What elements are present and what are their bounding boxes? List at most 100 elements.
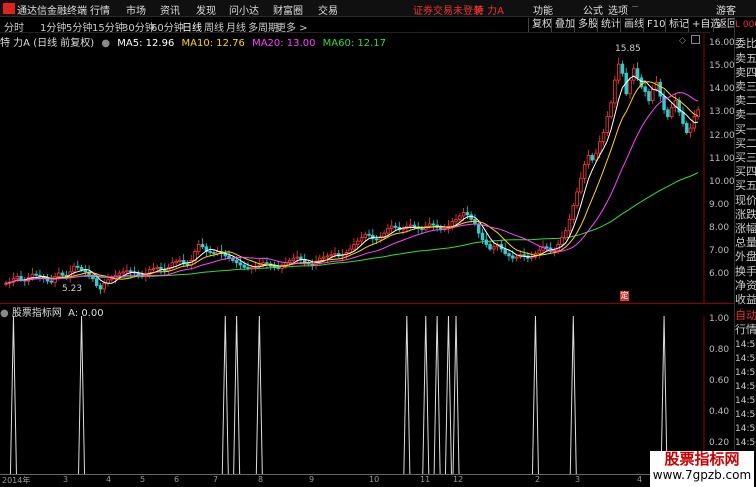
- candle-body: [465, 212, 470, 216]
- y-tick-sub: 0.20: [709, 438, 730, 448]
- ma10-line: [5, 81, 699, 284]
- candle-body: [128, 270, 133, 273]
- minimize-icon[interactable]: ─: [632, 2, 638, 13]
- menu-news[interactable]: 资讯: [160, 2, 180, 17]
- period-daily[interactable]: 日线: [182, 19, 202, 34]
- tick-time: 14:50: [735, 368, 756, 378]
- x-tick: 2: [535, 475, 541, 484]
- period-15min[interactable]: 15分钟: [92, 19, 125, 34]
- candle-body: [669, 107, 674, 118]
- login-warning[interactable]: 证券交易未登录: [413, 2, 483, 17]
- y-tick: 12.00: [709, 131, 735, 141]
- menu-discover[interactable]: 发现: [196, 2, 216, 17]
- candle-body: [329, 254, 333, 257]
- indicator-chart[interactable]: [0, 316, 706, 474]
- panel-row: 外盘: [735, 250, 756, 263]
- watermark: 股票指标网 www.7gpzb.com: [650, 451, 754, 487]
- candle-body: [174, 261, 178, 264]
- tick-time: 14:50: [735, 354, 756, 364]
- panel-row: 买四: [735, 165, 756, 178]
- high-label: 15.85: [615, 44, 641, 54]
- menu-quotes[interactable]: 行情: [90, 2, 110, 17]
- guest-label[interactable]: 游客: [716, 2, 736, 17]
- period-monthly[interactable]: 月线: [226, 19, 246, 34]
- candle-body: [567, 218, 572, 232]
- lock-icon: 定: [620, 291, 629, 301]
- candle-body: [34, 273, 38, 276]
- menu-formula[interactable]: 公式: [583, 2, 603, 17]
- candle-body: [620, 63, 625, 74]
- candle-body: [363, 233, 367, 239]
- menu-market[interactable]: 市场: [126, 2, 146, 17]
- candle-body: [560, 237, 564, 245]
- candle-body: [250, 266, 254, 269]
- kline-chart[interactable]: [0, 33, 706, 303]
- menu-wealth[interactable]: 财富圈: [273, 2, 303, 17]
- x-tick: 5: [140, 475, 146, 484]
- candle-body: [590, 155, 594, 161]
- panel-auto[interactable]: 自动: [735, 309, 756, 323]
- period-intraday[interactable]: 分时: [4, 19, 24, 34]
- menu-options[interactable]: 选项: [608, 2, 628, 17]
- candle-body: [529, 256, 534, 259]
- x-tick: 7: [213, 475, 219, 484]
- panel-tab[interactable]: L 000: [735, 18, 756, 32]
- candle-body: [265, 262, 269, 265]
- candle-body: [458, 215, 462, 220]
- x-tick: 12: [453, 475, 464, 484]
- candle-body: [616, 63, 621, 81]
- candle-body: [408, 224, 413, 227]
- candle-body: [393, 225, 398, 228]
- x-tick: 3: [63, 475, 69, 484]
- candle-body: [246, 266, 250, 269]
- period-more[interactable]: 更多 >: [276, 19, 308, 34]
- ma5-line: [5, 75, 699, 284]
- candle-body: [333, 253, 337, 256]
- candle-body: [571, 205, 576, 220]
- signal-spike: [433, 316, 441, 474]
- period-5min[interactable]: 5分钟: [66, 19, 92, 34]
- panel-row: 买二: [735, 137, 756, 150]
- panel-row: 现价: [735, 194, 756, 207]
- candle-body: [234, 260, 239, 264]
- candle-body: [579, 177, 583, 193]
- signal-spike: [444, 316, 452, 474]
- candle-body: [151, 268, 156, 271]
- candle-body: [594, 152, 598, 161]
- candle-body: [514, 256, 519, 259]
- candle-body: [386, 228, 390, 234]
- y-tick: 7.00: [709, 246, 730, 256]
- candle-body: [420, 228, 424, 231]
- menu-functions[interactable]: 功能: [533, 2, 553, 17]
- panel-row: 卖一: [735, 108, 756, 121]
- candle-body: [378, 237, 383, 241]
- x-tick: 8: [258, 475, 264, 484]
- candle-body: [609, 102, 613, 118]
- candle-body: [598, 141, 602, 154]
- menu-trade[interactable]: 交易: [318, 2, 338, 17]
- x-tick: 9: [309, 475, 315, 484]
- candle-body: [60, 272, 65, 276]
- period-multi[interactable]: 多周期: [248, 19, 278, 34]
- period-weekly[interactable]: 周线: [204, 19, 224, 34]
- panel-row: 卖二: [735, 94, 756, 107]
- candle-body: [15, 276, 19, 280]
- candle-body: [643, 86, 647, 92]
- panel-row: 买五: [735, 179, 756, 192]
- menu-wenxiaoda[interactable]: 问小达: [229, 2, 259, 17]
- app-logo: [3, 3, 15, 14]
- candle-body: [374, 238, 379, 241]
- candle-body: [197, 244, 201, 252]
- candle-body: [582, 164, 587, 179]
- signal-spike: [221, 316, 229, 474]
- candle-body: [19, 276, 23, 281]
- candle-body: [155, 266, 159, 269]
- period-60min[interactable]: 60分钟: [151, 19, 184, 34]
- candle-body: [325, 255, 330, 258]
- candle-body: [427, 223, 432, 227]
- period-1min[interactable]: 1分钟: [40, 19, 66, 34]
- candle-body: [575, 191, 579, 207]
- candle-body: [110, 278, 114, 281]
- period-30min[interactable]: 30分钟: [122, 19, 155, 34]
- candle-body: [431, 223, 436, 226]
